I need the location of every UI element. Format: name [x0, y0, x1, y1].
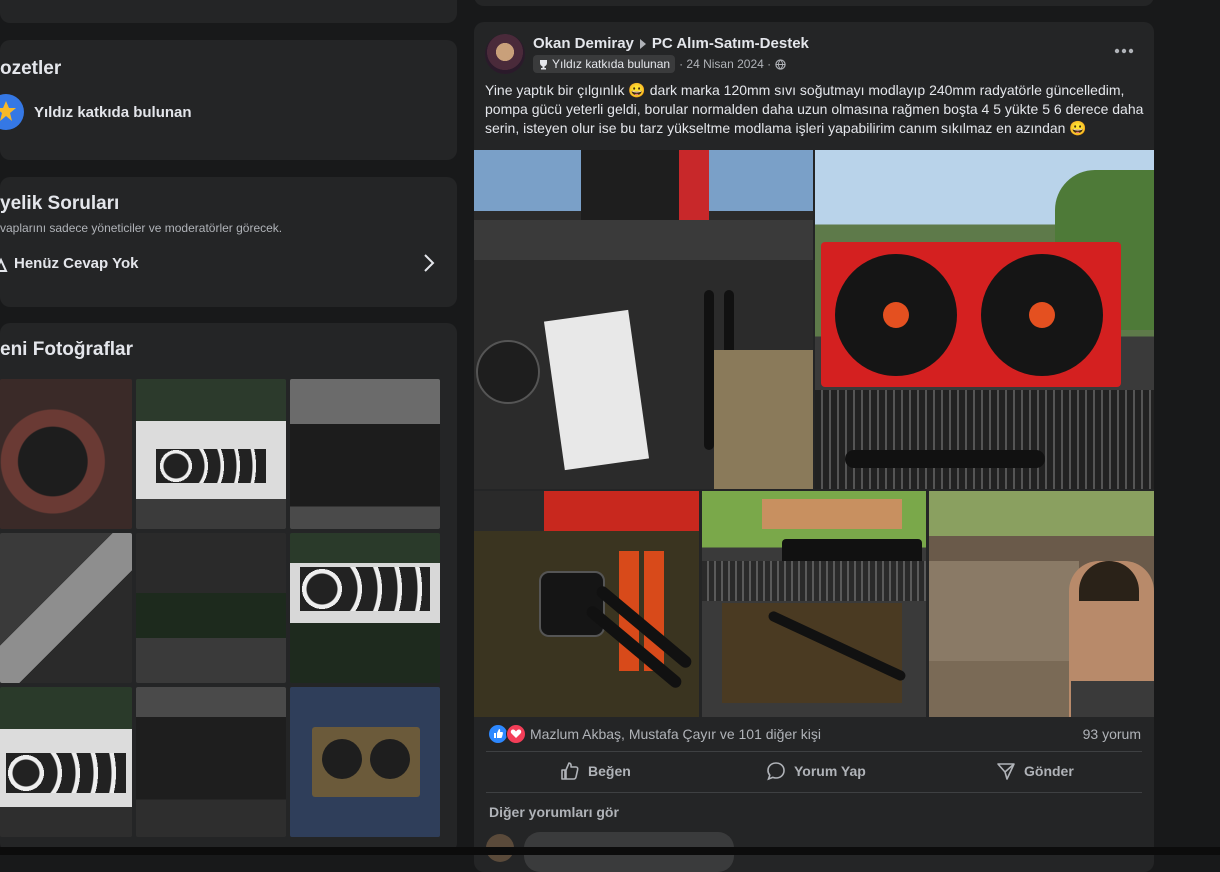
post-date[interactable]: · 24 Nisan 2024 ·	[679, 57, 771, 71]
post-photo-4[interactable]	[702, 491, 926, 717]
love-reaction-icon[interactable]	[506, 724, 526, 744]
photos-title: eni Fotoğraflar	[0, 339, 134, 360]
send-icon	[997, 763, 1015, 780]
badges-card: ozetler Yıldız katkıda bulunan	[0, 40, 457, 160]
trophy-icon	[540, 59, 547, 69]
post-card: Okan Demiray PC Alım-Satım-Destek Yıldız…	[474, 22, 1154, 872]
membership-questions-card: yelik Soruları vaplarını sadece yönetici…	[0, 177, 457, 307]
badge-item-label[interactable]: Yıldız katkıda bulunan	[34, 104, 192, 121]
caret-right-icon	[638, 38, 648, 50]
sidebar-top-card-tail	[0, 0, 457, 23]
group-name[interactable]: PC Alım-Satım-Destek	[652, 35, 809, 52]
recent-photo-2[interactable]	[136, 379, 286, 529]
contributor-badge-label: Yıldız katkıda bulunan	[552, 57, 671, 71]
more-options-icon[interactable]	[1114, 48, 1134, 54]
comments-count[interactable]: 93 yorum	[1083, 726, 1141, 742]
recent-photo-9[interactable]	[290, 687, 440, 837]
questions-subtitle: vaplarını sadece yöneticiler ve moderatö…	[0, 221, 283, 235]
like-button[interactable]: Beğen	[560, 761, 631, 781]
badges-title: ozetler	[0, 58, 62, 79]
divider	[486, 751, 1142, 752]
questions-title: yelik Soruları	[0, 193, 120, 214]
share-label: Gönder	[1024, 763, 1074, 779]
chevron-right-icon[interactable]	[422, 253, 436, 273]
post-photo-1[interactable]	[474, 150, 813, 489]
recent-photo-6[interactable]	[290, 533, 440, 683]
comment-bubble-icon	[767, 762, 785, 781]
recent-photo-3[interactable]	[290, 379, 440, 529]
recent-photo-5[interactable]	[136, 533, 286, 683]
star-contributor-badge-icon	[0, 94, 24, 130]
author-avatar[interactable]	[485, 34, 525, 74]
author-name[interactable]: Okan Demiray	[533, 35, 634, 52]
post-photo-5[interactable]	[929, 491, 1154, 717]
share-button[interactable]: Gönder	[996, 761, 1074, 781]
comment-label: Yorum Yap	[794, 763, 866, 779]
comment-button[interactable]: Yorum Yap	[766, 761, 866, 781]
recent-photo-8[interactable]	[136, 687, 286, 837]
post-text: Yine yaptık bir çılgınlık 😀 dark marka 1…	[485, 82, 1144, 136]
post-photo-3[interactable]	[474, 491, 699, 717]
like-label: Beğen	[588, 763, 631, 779]
more-comments-link[interactable]: Diğer yorumları gör	[489, 804, 619, 820]
contributor-badge[interactable]: Yıldız katkıda bulunan	[533, 55, 676, 73]
divider	[486, 792, 1142, 793]
questions-item-label[interactable]: Henüz Cevap Yok	[14, 255, 138, 272]
globe-icon	[775, 58, 786, 70]
thumbs-up-icon	[561, 762, 579, 780]
post-photo-2[interactable]	[815, 150, 1154, 489]
recent-photo-1[interactable]	[0, 379, 132, 529]
window-bottom-edge	[0, 847, 1220, 855]
like-reaction-icon[interactable]	[488, 724, 508, 744]
post-top-card-tail	[474, 0, 1154, 6]
reactions-summary[interactable]: Mazlum Akbaş, Mustafa Çayır ve 101 diğer…	[530, 726, 821, 742]
recent-photo-4[interactable]	[0, 533, 132, 683]
question-icon	[0, 257, 8, 273]
recent-photo-7[interactable]	[0, 687, 132, 837]
